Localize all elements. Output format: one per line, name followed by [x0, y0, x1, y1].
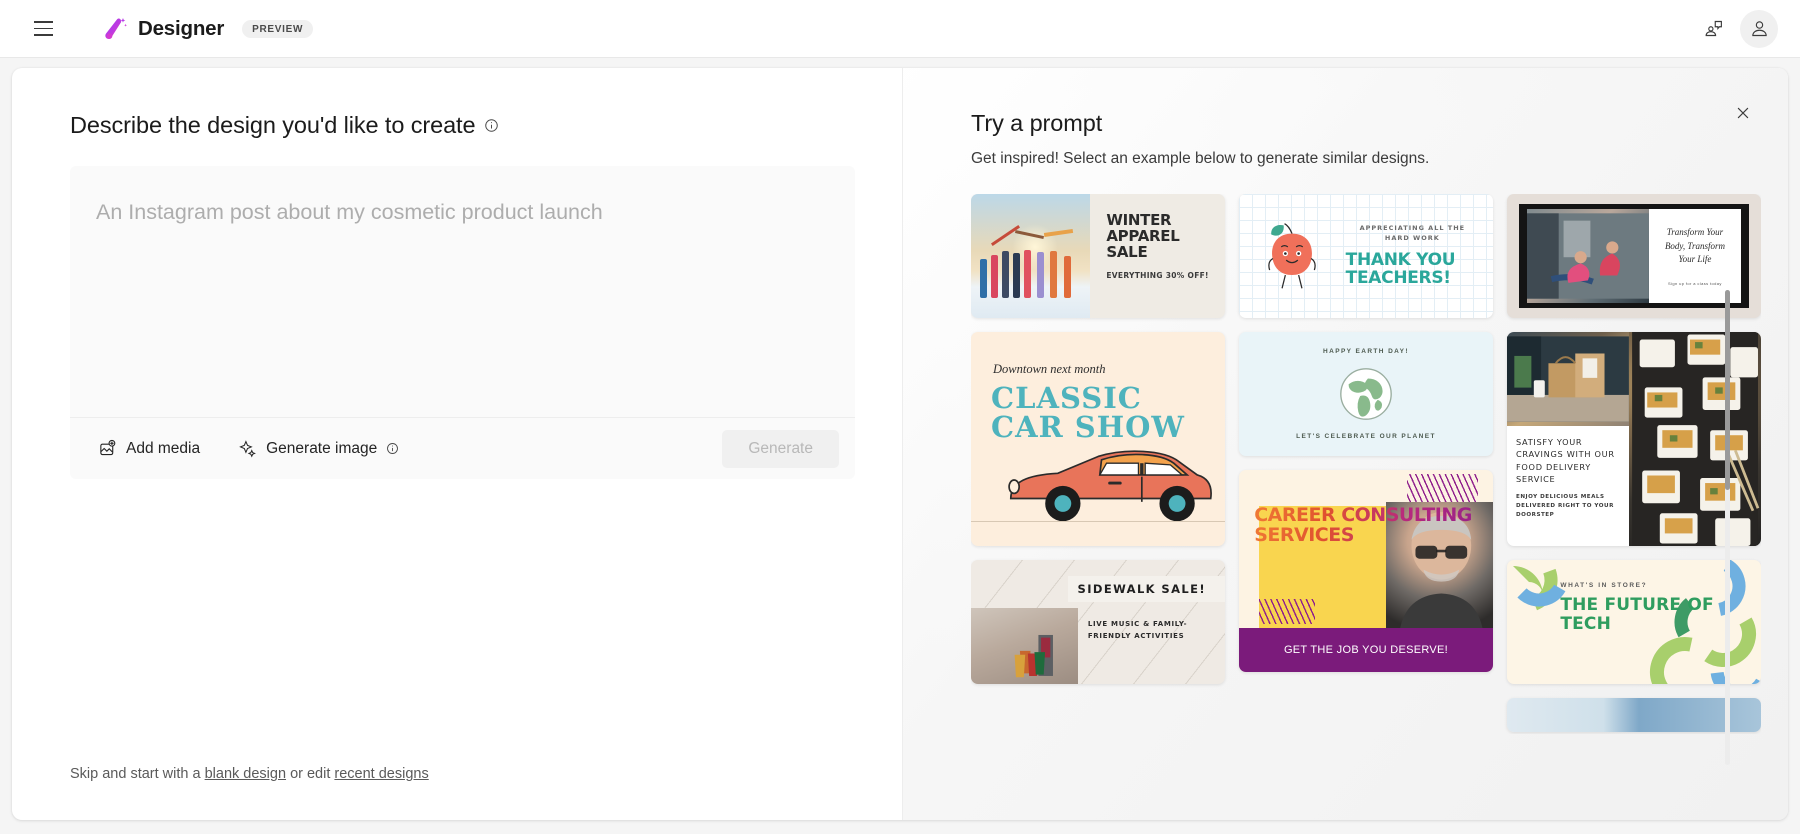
prompt-card-happy-earth-day[interactable]: HAPPY EARTH DAY! LET'S CELEBRATE OUR PLA…: [1239, 332, 1493, 456]
apple-mascot-illustration: [1239, 220, 1346, 292]
card-headline: Transform Your Body, Transform Your Life: [1664, 227, 1725, 265]
generate-image-label: Generate image: [266, 439, 378, 457]
main-dialog: Describe the design you'd like to create: [12, 68, 1788, 820]
card-headline: THANK YOU TEACHERS!: [1345, 249, 1456, 288]
card-frame: Transform Your Body, Transform Your Life…: [1519, 204, 1749, 308]
prompt-card-sidewalk-sale[interactable]: SIDEWALK SALE! LIVE MUSIC & FAMILY-FRIEN…: [971, 560, 1225, 684]
diagonal-hatch-bottom: [1259, 599, 1316, 624]
prompt-gallery-scrollbar-thumb[interactable]: [1725, 290, 1730, 490]
card-headline: SIDEWALK SALE!: [1077, 582, 1207, 596]
info-circle-icon[interactable]: [484, 118, 499, 133]
takeout-boxes-illustration: [1632, 332, 1760, 546]
app-header: Designer PREVIEW: [0, 0, 1800, 58]
card-photo: [1527, 209, 1649, 303]
card-text: Transform Your Body, Transform Your Life…: [1648, 209, 1741, 303]
prompt-composer: Add media Generate image: [70, 166, 855, 479]
hamburger-menu-icon[interactable]: [26, 12, 60, 46]
skiers-illustration: [976, 224, 1086, 299]
card-left-column: SATISFY YOUR CRAVINGS WITH OUR FOOD DELI…: [1507, 332, 1629, 546]
prompt-card-food-delivery-service[interactable]: SATISFY YOUR CRAVINGS WITH OUR FOOD DELI…: [1507, 332, 1761, 546]
prompt-input[interactable]: [96, 198, 829, 417]
account-person-icon[interactable]: [1740, 9, 1778, 48]
add-media-button[interactable]: Add media: [92, 433, 206, 464]
blank-design-link[interactable]: blank design: [205, 766, 286, 782]
retro-car-illustration: [1008, 449, 1212, 521]
inspiration-subtitle: Get inspired! Select an example below to…: [971, 150, 1430, 167]
card-banner-text: GET THE JOB YOU DESERVE!: [1283, 643, 1449, 656]
prompt-card-future-of-tech[interactable]: WHAT'S IN STORE? THE FUTURE OF TECH: [1507, 560, 1761, 684]
add-media-label: Add media: [126, 439, 201, 457]
card-headline: SATISFY YOUR CRAVINGS WITH OUR FOOD DELI…: [1516, 437, 1615, 485]
card-text: APPRECIATING ALL THE HARD WORK THANK YOU…: [1346, 224, 1493, 287]
card-headline: WINTER APPAREL SALE: [1106, 211, 1180, 262]
brand-name: Designer: [138, 16, 225, 40]
prompt-card-transform-your-body[interactable]: Transform Your Body, Transform Your Life…: [1507, 194, 1761, 318]
page-title-text: Describe the design you'd like to create: [70, 112, 476, 138]
page-title: Describe the design you'd like to create: [70, 112, 844, 139]
card-headline: CLASSIC CAR SHOW: [991, 381, 1185, 444]
skip-footer: Skip and start with a blank design or ed…: [70, 766, 429, 782]
card-headline: THE FUTURE OF TECH: [1560, 595, 1714, 635]
prompt-input-area: [70, 166, 855, 417]
menu-line: [33, 34, 53, 36]
prompt-gallery: WINTER APPAREL SALE EVERYTHING 30% OFF! …: [971, 194, 1761, 734]
prompt-gallery-scrollbar-track[interactable]: [1725, 290, 1730, 765]
footer-middle: or edit: [290, 766, 331, 782]
brand[interactable]: Designer: [102, 16, 224, 42]
card-subline: ENJOY DELICIOUS MEALS DELIVERED RIGHT TO…: [1516, 494, 1614, 519]
designer-wand-logo: [105, 17, 127, 39]
card-subline: EVERYTHING 30% OFF!: [1106, 270, 1209, 280]
prompt-card-classic-car-show[interactable]: Downtown next month CLASSIC CAR SHOW: [971, 332, 1225, 546]
card-photo: [1507, 332, 1629, 427]
card-headline: CAREER CONSULTING SERVICES: [1254, 506, 1493, 545]
feedback-chat-icon[interactable]: [1694, 10, 1732, 48]
sparkle-icon: [238, 439, 257, 458]
preview-badge: PREVIEW: [242, 19, 314, 38]
card-eyebrow: HAPPY EARTH DAY!: [1323, 348, 1409, 355]
menu-line: [33, 27, 53, 30]
headline-band: SIDEWALK SALE!: [1067, 576, 1225, 602]
food-photo: [1628, 332, 1761, 546]
close-x-icon[interactable]: [1726, 96, 1760, 130]
menu-line: [33, 21, 53, 23]
yoga-illustration: [1527, 213, 1649, 299]
header-actions: [1694, 9, 1778, 48]
card-subline: LIVE MUSIC & FAMILY-FRIENDLY ACTIVITIES: [1087, 620, 1188, 641]
shopping-bags-illustration: [1014, 635, 1053, 678]
takeout-bags-photo: [1507, 336, 1629, 422]
card-eyebrow: Downtown next month: [993, 362, 1106, 376]
prompt-toolbar: Add media Generate image Generate: [70, 417, 855, 479]
card-eyebrow: APPRECIATING ALL THE HARD WORK: [1359, 224, 1466, 243]
card-eyebrow: WHAT'S IN STORE?: [1560, 582, 1648, 589]
generate-button[interactable]: Generate: [722, 429, 839, 468]
card-text: WINTER APPAREL SALE EVERYTHING 30% OFF!: [1090, 194, 1225, 318]
card-photo: [971, 194, 1091, 318]
prompt-card-career-consulting-services[interactable]: CAREER CONSULTING SERVICES GET THE JOB Y…: [1239, 470, 1493, 672]
inspiration-content: Try a prompt Get inspired! Select an exa…: [903, 110, 1788, 734]
card-banner: GET THE JOB YOU DESERVE!: [1239, 627, 1493, 672]
recent-designs-link[interactable]: recent designs: [334, 766, 428, 782]
card-subline: Sign up for a class today: [1668, 280, 1722, 286]
prompt-card-partial-sky[interactable]: [1507, 698, 1761, 732]
prompt-card-thank-you-teachers[interactable]: APPRECIATING ALL THE HARD WORK THANK YOU…: [1239, 194, 1493, 318]
inspiration-pane: Try a prompt Get inspired! Select an exa…: [903, 68, 1788, 820]
inspiration-title: Try a prompt: [971, 110, 1103, 136]
prompt-card-winter-apparel-sale[interactable]: WINTER APPAREL SALE EVERYTHING 30% OFF!: [971, 194, 1225, 318]
add-image-icon: [98, 439, 117, 458]
prompt-pane: Describe the design you'd like to create: [12, 68, 902, 820]
generate-image-button[interactable]: Generate image: [232, 433, 405, 464]
card-photo: [971, 608, 1078, 684]
footer-prefix: Skip and start with a: [70, 766, 201, 782]
info-circle-icon[interactable]: [386, 442, 399, 455]
globe-icon: [1340, 368, 1392, 420]
road-line: [971, 521, 1225, 522]
card-subline: LET'S CELEBRATE OUR PLANET: [1296, 433, 1436, 440]
